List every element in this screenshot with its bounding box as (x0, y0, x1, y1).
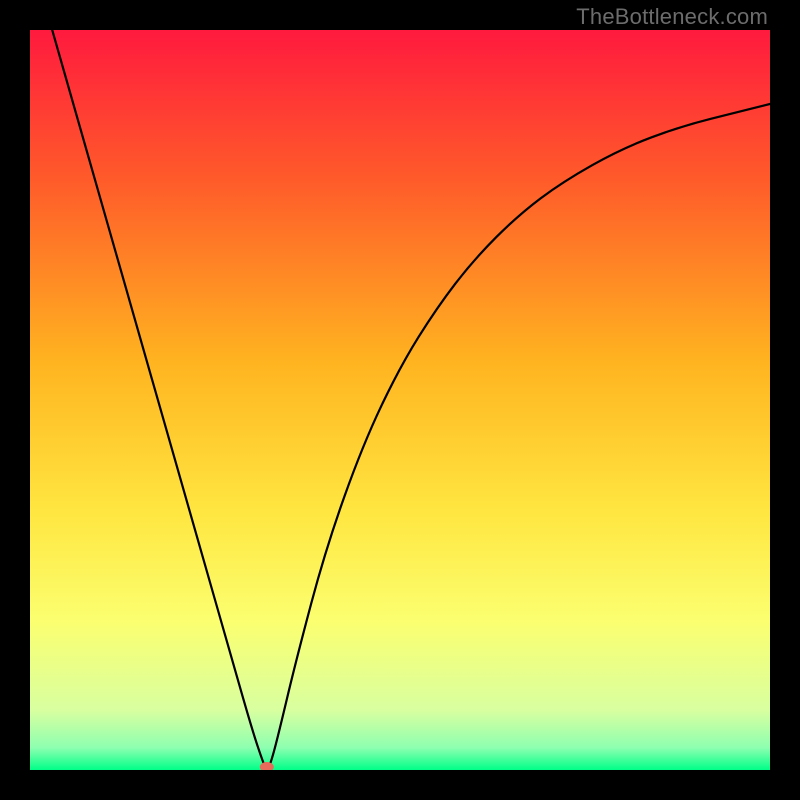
chart-frame (30, 30, 770, 770)
chart-svg (30, 30, 770, 770)
watermark-label: TheBottleneck.com (576, 4, 768, 30)
chart-background (30, 30, 770, 770)
